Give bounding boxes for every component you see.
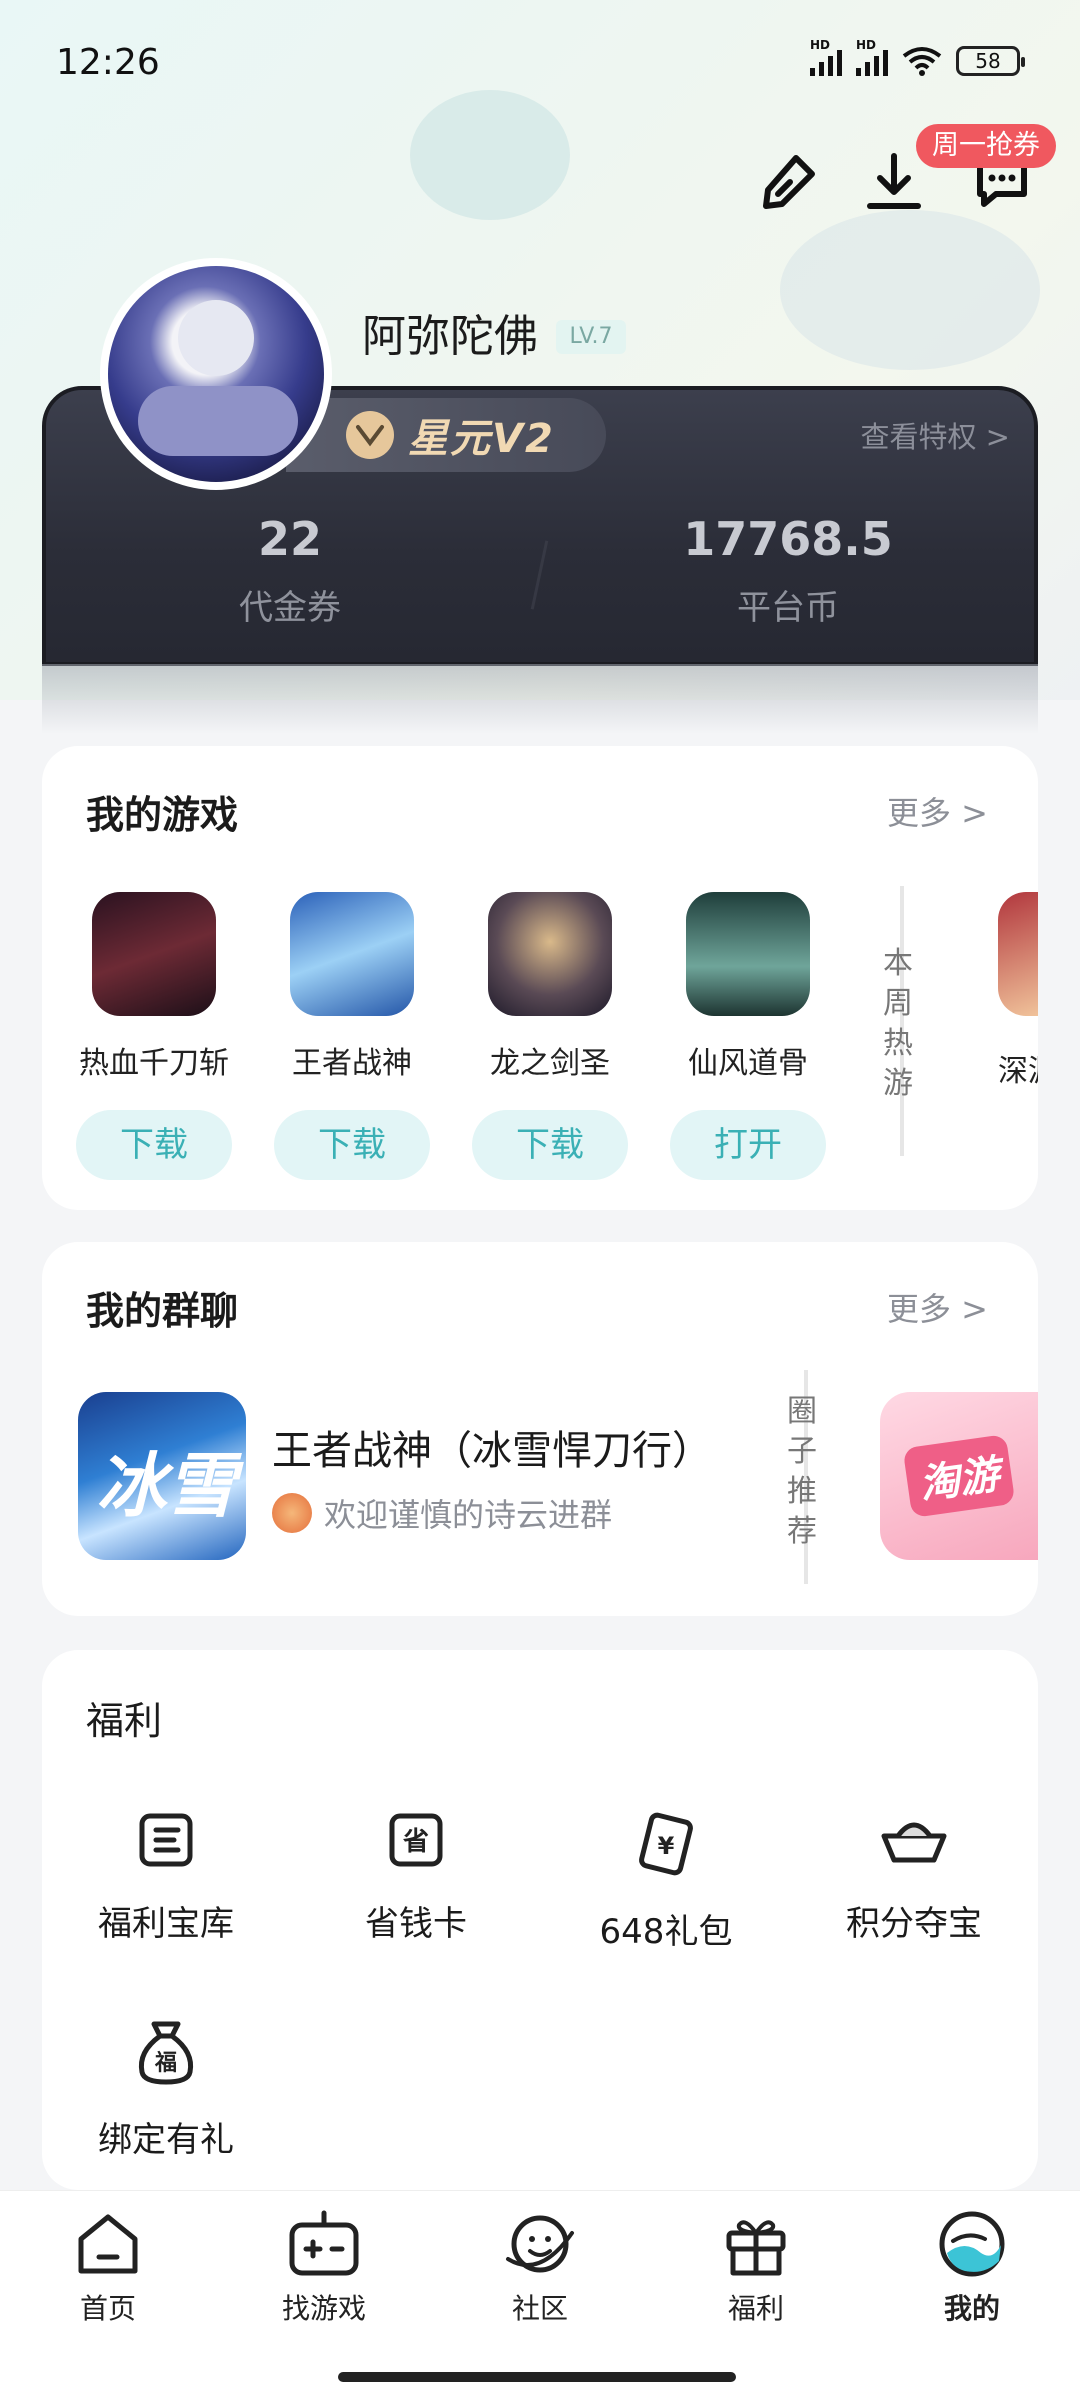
group-last-message[interactable]: 欢迎谨慎的诗云进群: [272, 1490, 612, 1536]
gift-pack-icon: ¥: [639, 1812, 693, 1876]
signal-icon-2: HD: [856, 38, 888, 76]
download-icon[interactable]: [862, 150, 926, 214]
game-icon[interactable]: [92, 892, 216, 1016]
avatar[interactable]: [100, 258, 332, 490]
game-icon[interactable]: [686, 892, 810, 1016]
my-groups-title: 我的群聊: [86, 1289, 239, 1333]
nav-community[interactable]: 社区: [450, 2209, 630, 2327]
welfare-treasury[interactable]: 福利宝库: [66, 1808, 266, 1945]
game-name: 仙风道骨: [688, 1046, 808, 1081]
coupon-count[interactable]: 22: [140, 512, 440, 566]
game-name: 龙之剑圣: [490, 1046, 610, 1081]
welfare-648-gift[interactable]: ¥ 648礼包: [566, 1808, 766, 1953]
game-item[interactable]: 仙风道骨 打开: [668, 892, 828, 1180]
vip-crown-icon: [346, 411, 394, 459]
game-icon[interactable]: [488, 892, 612, 1016]
group-avatar[interactable]: 冰雪: [78, 1392, 246, 1560]
game-item[interactable]: 热血千刀斩 下载: [74, 892, 234, 1180]
open-button[interactable]: 打开: [670, 1110, 826, 1180]
bottom-nav: 首页 找游戏 社区 福利 我的: [0, 2190, 1080, 2400]
edit-icon[interactable]: [756, 150, 820, 214]
mine-icon: [939, 2211, 1005, 2277]
nav-mine[interactable]: 我的: [882, 2209, 1062, 2327]
gift-icon: [726, 2220, 786, 2276]
svg-text:¥: ¥: [658, 1832, 675, 1860]
weekly-hot-label: 本周热游: [883, 946, 913, 1101]
download-button[interactable]: 下载: [472, 1110, 628, 1180]
home-indicator[interactable]: [338, 2372, 736, 2382]
money-bag-icon: 福: [138, 2021, 194, 2085]
view-privileges-link[interactable]: 查看特权 >: [860, 414, 1010, 456]
group-name[interactable]: 王者战神（冰雪悍刀行）: [272, 1418, 712, 1476]
welfare-title: 福利: [86, 1699, 163, 1743]
svg-text:省: 省: [402, 1827, 429, 1857]
vip-level-tab[interactable]: 星元V2: [286, 398, 606, 472]
wifi-icon: [902, 47, 942, 76]
coupon-label: 代金券: [239, 588, 341, 628]
level-badge: LV.7: [556, 320, 626, 354]
status-bar: 12:26 HD HD 58: [0, 0, 1080, 130]
recommended-circle-icon[interactable]: 淘游: [880, 1392, 1038, 1560]
welfare-bind-gift[interactable]: 福 绑定有礼: [66, 2016, 266, 2161]
svg-text:福: 福: [154, 2051, 177, 2076]
game-icon-partial[interactable]: [998, 892, 1038, 1016]
download-button[interactable]: 下载: [76, 1110, 232, 1180]
ingot-icon: [881, 1822, 947, 1863]
username[interactable]: 阿弥陀佛: [362, 300, 538, 364]
promo-badge[interactable]: 周一抢券: [916, 124, 1056, 168]
planet-icon: [506, 2215, 574, 2273]
sender-avatar-icon: [272, 1493, 312, 1533]
treasury-icon: [139, 1813, 193, 1867]
my-games-title: 我的游戏: [86, 793, 239, 837]
game-name: 热血千刀斩: [79, 1046, 229, 1081]
my-games-more-link[interactable]: 更多 >: [887, 788, 988, 834]
battery-icon: 58: [956, 46, 1025, 76]
game-item[interactable]: 龙之剑圣 下载: [470, 892, 630, 1180]
game-icon[interactable]: [290, 892, 414, 1016]
game-name: 王者战神: [292, 1046, 412, 1081]
coin-label: 平台币: [737, 588, 839, 628]
nav-welfare[interactable]: 福利: [666, 2209, 846, 2327]
welfare-saving-card[interactable]: 省 省钱卡: [316, 1808, 516, 1945]
saving-card-icon: 省: [389, 1813, 443, 1867]
status-time: 12:26: [56, 42, 160, 83]
game-name-partial: 深渊: [998, 1054, 1038, 1089]
nav-home[interactable]: 首页: [18, 2209, 198, 2327]
welfare-points-lottery[interactable]: 积分夺宝: [814, 1808, 1014, 1945]
circle-recommend-label: 圈子推荐: [787, 1394, 817, 1549]
home-icon: [78, 2214, 138, 2274]
gamepad-icon: [289, 2210, 359, 2276]
my-groups-more-link[interactable]: 更多 >: [887, 1284, 988, 1330]
coin-balance[interactable]: 17768.5: [638, 512, 938, 566]
signal-icon: HD: [810, 38, 842, 76]
game-item[interactable]: 王者战神 下载: [272, 892, 432, 1180]
nav-find-games[interactable]: 找游戏: [234, 2209, 414, 2327]
download-button[interactable]: 下载: [274, 1110, 430, 1180]
vip-title: 星元V2: [408, 416, 555, 462]
